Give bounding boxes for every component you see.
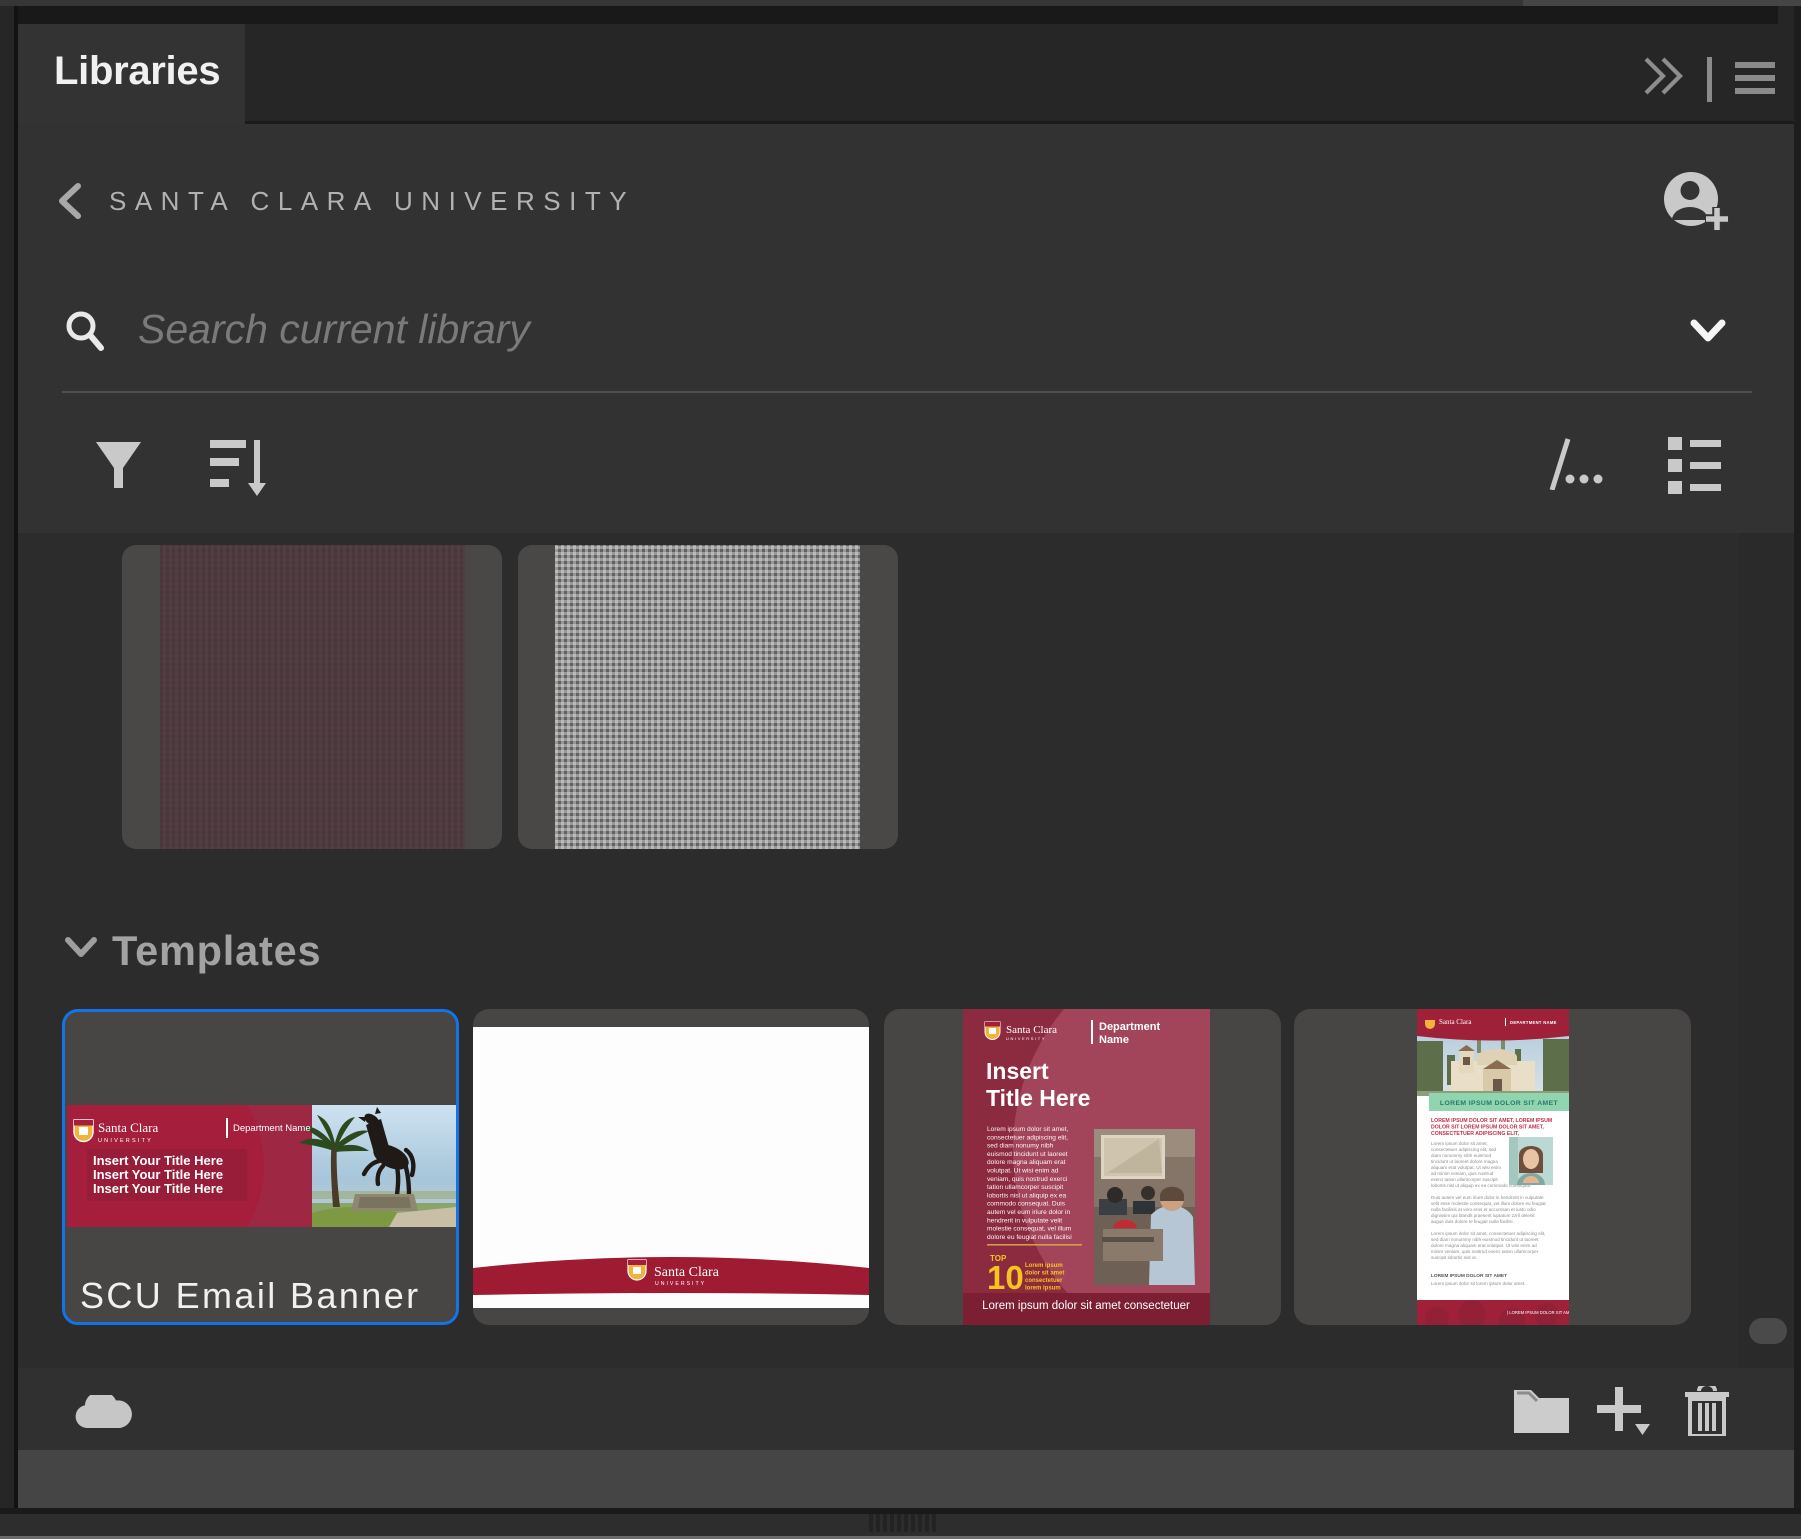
svg-text:DOLOR SIT LOREM IPSUM DOLOR SI: DOLOR SIT LOREM IPSUM DOLOR SIT AMET, — [1431, 1125, 1544, 1131]
svg-text:dolore eu feugiat nulla facili: dolore eu feugiat nulla facilisi — [987, 1234, 1072, 1241]
svg-text:dolor sit amet: dolor sit amet — [1025, 1271, 1064, 1277]
svg-text:sed diam nonummy nibh euismod: sed diam nonummy nibh euismod tincidunt … — [1431, 1237, 1539, 1242]
svg-text:Insert Your Title Here: Insert Your Title Here — [93, 1167, 223, 1182]
svg-text:commodo consequat. Duis: commodo consequat. Duis — [987, 1201, 1066, 1208]
svg-text:Duis autem vel eum iriure dolo: Duis autem vel eum iriure dolor in hendr… — [1431, 1195, 1544, 1200]
svg-text:molestie consequat, vel illum: molestie consequat, vel illum — [987, 1226, 1072, 1233]
svg-text:veniam, quis nostrud exerci: veniam, quis nostrud exerci — [987, 1176, 1068, 1183]
svg-text:dolore magna aliquam erat: dolore magna aliquam erat — [987, 1159, 1066, 1166]
svg-text:Name: Name — [1099, 1034, 1129, 1046]
svg-text:Santa Clara: Santa Clara — [1439, 1018, 1472, 1026]
svg-text:Santa Clara: Santa Clara — [1006, 1024, 1057, 1036]
svg-text:LOREM IPSUM DOLOR SIT AMET, LO: LOREM IPSUM DOLOR SIT AMET, LOREM IPSUM — [1431, 1118, 1552, 1124]
svg-text:Lorem ipsum dolor sit amet,: Lorem ipsum dolor sit amet, — [987, 1126, 1069, 1133]
svg-text:ad minim veniam, quis nostrud: ad minim veniam, quis nostrud — [1431, 1171, 1494, 1176]
svg-text:Lorem ipsum dolor sit amet,: Lorem ipsum dolor sit amet, — [1431, 1141, 1488, 1146]
svg-text:tation ullamcorper suscipit: tation ullamcorper suscipit — [987, 1184, 1063, 1191]
svg-text:Insert Your Title Here: Insert Your Title Here — [93, 1153, 223, 1168]
svg-text:Department: Department — [1099, 1021, 1160, 1033]
svg-text:consectetuer adipiscing elit,: consectetuer adipiscing elit, — [987, 1134, 1068, 1141]
svg-text:| LOREM IPSUM DOLOR SIT AMET: | LOREM IPSUM DOLOR SIT AMET — [1507, 1310, 1569, 1315]
svg-text:UNIVERSITY: UNIVERSITY — [655, 1281, 706, 1287]
svg-text:sed diam nonumy nibh: sed diam nonumy nibh — [987, 1143, 1054, 1150]
svg-text:LOREM IPSUM DOLOR SIT AMET: LOREM IPSUM DOLOR SIT AMET — [1440, 1100, 1559, 1107]
svg-text:dignissim qui blandit praesent: dignissim qui blandit praesent luptatum … — [1431, 1213, 1535, 1218]
svg-text:consectetuer adipiscing elit,: consectetuer adipiscing elit, sed — [1431, 1147, 1497, 1152]
svg-text:Lorem ipsum: Lorem ipsum — [1025, 1263, 1063, 1269]
svg-text:10: 10 — [987, 1259, 1024, 1296]
svg-text:DEPARTMENT NAME: DEPARTMENT NAME — [1510, 1020, 1557, 1025]
svg-text:UNIVERSITY: UNIVERSITY — [98, 1138, 153, 1144]
svg-text:hendrerit in vulputate velit: hendrerit in vulputate velit — [987, 1217, 1062, 1224]
svg-text:Santa Clara: Santa Clara — [98, 1120, 159, 1135]
svg-text:Insert Your Title Here: Insert Your Title Here — [93, 1181, 223, 1196]
svg-text:aliquam erat volutpat. Ut wisi: aliquam erat volutpat. Ut wisi enim — [1431, 1165, 1501, 1170]
svg-text:augue duis dolore te feugait n: augue duis dolore te feugait nulla facil… — [1431, 1219, 1514, 1224]
svg-text:CONSECTETUER ADIPISCING ELIT,: CONSECTETUER ADIPISCING ELIT, — [1431, 1131, 1520, 1137]
svg-text:velit esse molestie consequat,: velit esse molestie consequat, vel illum… — [1431, 1201, 1546, 1206]
svg-text:Title Here: Title Here — [986, 1085, 1090, 1111]
svg-text:autem vel eum iriure dolor in: autem vel eum iriure dolor in — [987, 1209, 1071, 1216]
svg-text:exerci tation ullamcorper susc: exerci tation ullamcorper suscipit — [1431, 1177, 1498, 1182]
svg-text:Insert: Insert — [986, 1058, 1049, 1084]
svg-text:diam nonummy nibh euismod: diam nonummy nibh euismod — [1431, 1153, 1491, 1158]
svg-text:suscipit lobortis nisl ut.: suscipit lobortis nisl ut. — [1431, 1255, 1477, 1260]
svg-text:minim veniam, quis nostrud exe: minim veniam, quis nostrud exerci tation… — [1431, 1249, 1539, 1254]
svg-text:tincidunt ut laoreet dolore ma: tincidunt ut laoreet dolore magna — [1431, 1159, 1498, 1164]
svg-text:nulla facilisis at vero eros e: nulla facilisis at vero eros et accumsan… — [1431, 1207, 1536, 1212]
svg-text:consectetuer: consectetuer — [1025, 1278, 1063, 1284]
svg-text:lobortis nisl ut aliquip ex ea: lobortis nisl ut aliquip ex ea — [987, 1192, 1067, 1199]
svg-text:LOREM IPSUM DOLOR SIT AMET: LOREM IPSUM DOLOR SIT AMET — [1431, 1273, 1507, 1279]
svg-text:UNIVERSITY: UNIVERSITY — [1006, 1036, 1046, 1041]
svg-text:volutpat. Ut wisi enim ad: volutpat. Ut wisi enim ad — [987, 1168, 1059, 1175]
svg-text:Lorem ipsum dolor sit lorem ip: Lorem ipsum dolor sit lorem ipsum dolor … — [1431, 1281, 1525, 1286]
svg-text:dolore magna aliquam erat volu: dolore magna aliquam erat volutpat. Ut w… — [1431, 1243, 1537, 1248]
svg-text:Lorem ipsum dolor sit amet con: Lorem ipsum dolor sit amet consectetuer — [982, 1300, 1190, 1312]
svg-text:Lorem ipsum dolor sit amet, co: Lorem ipsum dolor sit amet, consectetuer… — [1431, 1231, 1545, 1236]
svg-text:lorem ipsum: lorem ipsum — [1025, 1286, 1061, 1292]
svg-text:Department Name: Department Name — [233, 1123, 311, 1134]
svg-text:euismod tincidunt ut laoreet: euismod tincidunt ut laoreet — [987, 1151, 1068, 1158]
svg-text:Santa Clara: Santa Clara — [654, 1265, 720, 1280]
